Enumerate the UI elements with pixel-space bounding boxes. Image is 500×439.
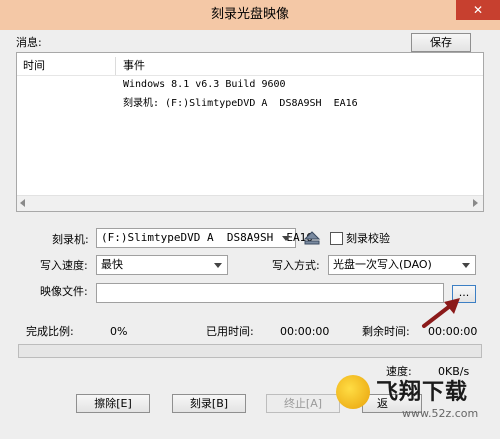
write-mode-label: 写入方式: xyxy=(272,259,320,272)
remaining-value: 00:00:00 xyxy=(428,325,478,338)
column-separator xyxy=(115,57,116,75)
column-header-event[interactable]: 事件 xyxy=(123,57,145,75)
stop-button[interactable]: 终止[A] xyxy=(266,394,340,413)
burner-select[interactable]: (F:)SlimtypeDVD A DS8A9SH EA16 xyxy=(96,228,313,248)
chevron-down-icon xyxy=(282,236,290,241)
chevron-down-icon xyxy=(462,263,470,268)
elapsed-label: 已用时间: xyxy=(206,325,254,338)
scroll-left-icon[interactable] xyxy=(20,199,25,207)
message-log-list[interactable]: 时间 事件 Windows 8.1 v6.3 Build 9600 刻录机: (… xyxy=(16,52,484,212)
completion-value: 0% xyxy=(110,325,128,338)
write-speed-select[interactable]: 最快 xyxy=(96,255,228,275)
header-divider xyxy=(17,75,483,76)
watermark-logo-icon xyxy=(336,375,370,409)
close-icon: ✕ xyxy=(472,3,484,17)
erase-button[interactable]: 擦除[E] xyxy=(76,394,150,413)
verify-label: 刻录校验 xyxy=(346,232,390,245)
eject-icon xyxy=(303,231,321,245)
save-button[interactable]: 保存 xyxy=(411,33,471,52)
watermark-brand: 飞翔下载 xyxy=(376,380,469,405)
verify-checkbox[interactable] xyxy=(330,232,343,245)
log-row-event: Windows 8.1 v6.3 Build 9600 xyxy=(123,79,286,90)
chevron-down-icon xyxy=(214,263,222,268)
eject-button[interactable] xyxy=(302,228,322,248)
write-speed-value: 最快 xyxy=(101,258,123,271)
burn-button[interactable]: 刻录[B] xyxy=(172,394,246,413)
log-row-time xyxy=(23,94,113,108)
window-title: 刻录光盘映像 xyxy=(210,7,289,22)
scroll-right-icon[interactable] xyxy=(473,199,478,207)
write-speed-label: 写入速度: xyxy=(40,259,88,272)
completion-label: 完成比例: xyxy=(26,325,74,338)
burner-label: 刻录机: xyxy=(52,233,89,246)
log-row-time xyxy=(23,79,113,93)
horizontal-scrollbar[interactable] xyxy=(17,195,483,211)
write-mode-select[interactable]: 光盘一次写入(DAO) xyxy=(328,255,476,275)
watermark-url: www.52z.com xyxy=(402,407,479,420)
remaining-label: 剩余时间: xyxy=(362,325,410,338)
write-mode-value: 光盘一次写入(DAO) xyxy=(333,258,432,271)
elapsed-value: 00:00:00 xyxy=(280,325,330,338)
image-file-label: 映像文件: xyxy=(40,285,88,298)
close-button[interactable]: ✕ xyxy=(456,0,500,20)
progress-bar xyxy=(18,344,482,358)
messages-label: 消息: xyxy=(16,36,42,49)
image-file-input[interactable] xyxy=(96,283,444,303)
column-header-time[interactable]: 时间 xyxy=(23,57,45,75)
log-row-event: 刻录机: (F:)SlimtypeDVD A DS8A9SH EA16 xyxy=(123,98,358,109)
